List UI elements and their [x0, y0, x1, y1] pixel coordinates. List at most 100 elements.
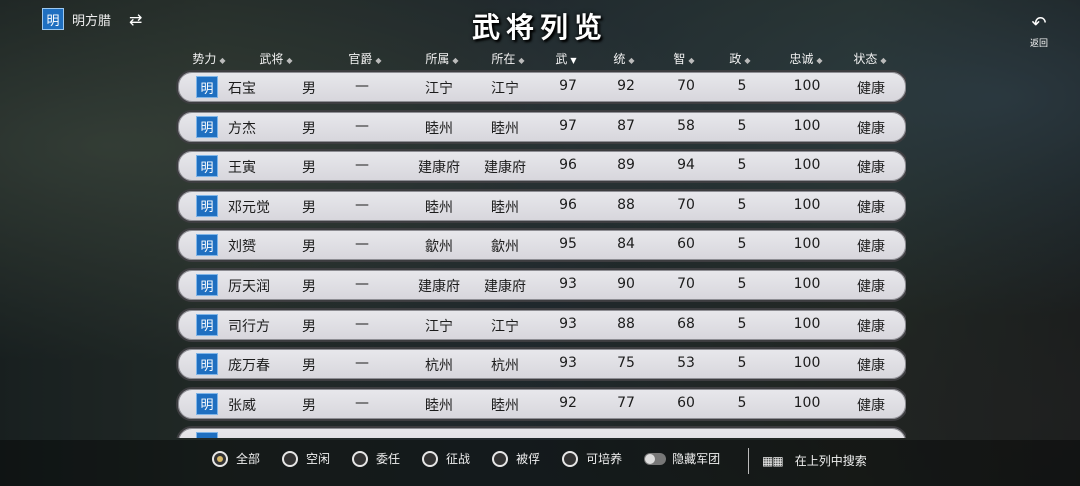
cell-location: 建康府 — [484, 160, 526, 177]
cell-int: 58 — [677, 117, 695, 134]
filter-label: 可培养 — [586, 452, 623, 466]
cell-gender: 男 — [302, 81, 316, 97]
cell-lead: 87 — [617, 117, 635, 134]
column-header-war[interactable]: 武 ▼ — [548, 50, 584, 67]
cell-title: — — [355, 196, 369, 213]
cell-name: 张威 — [228, 397, 256, 414]
cell-belong: 睦州 — [425, 199, 453, 216]
cell-lead: 90 — [617, 276, 635, 292]
cell-name: 方杰 — [228, 120, 256, 137]
column-header-label: 所属 — [425, 52, 450, 66]
general-list[interactable]: 明石宝男 — 江宁 江宁 97 92 70 5 100 健康明方杰男 — 睦州 睦州 97 87 58 5 100… — [176, 70, 906, 438]
table-row[interactable]: 明 — [176, 426, 906, 438]
sort-desc-icon: ▼ — [570, 56, 577, 65]
column-header-int[interactable]: 智 ◆ — [666, 50, 702, 67]
cell-loyal: 100 — [793, 78, 821, 94]
column-header-label: 统 — [613, 52, 626, 66]
cell-loyal: 100 — [793, 157, 821, 174]
cell-belong: 建康府 — [418, 279, 460, 295]
column-header-name[interactable]: 武将 ◆ — [250, 50, 302, 67]
faction-badge: 明 — [196, 353, 218, 376]
table-row[interactable]: 明厉天润 男 — 建康府 建康府 93 90 70 5 100 健康 — [176, 268, 906, 302]
cell-lead: 92 — [617, 78, 635, 94]
cell-pol: 5 — [737, 236, 747, 253]
cell-lead: 88 — [617, 315, 635, 332]
cell-int: 68 — [677, 315, 695, 332]
column-header-loyal[interactable]: 忠诚 ◆ — [782, 50, 830, 67]
faction-badge: 明 — [196, 194, 218, 217]
cell-status: 健康 — [857, 120, 885, 137]
cell-name: 石宝 — [228, 81, 256, 97]
sort-icon: ◆ — [518, 56, 525, 65]
column-header-label: 官爵 — [348, 52, 373, 66]
page-title: 武将列览 — [471, 11, 608, 44]
cell-name: 司行方 — [228, 318, 270, 335]
cell-lead: 84 — [617, 236, 635, 253]
table-row[interactable]: 明庞万春 男 — 杭州 杭州 93 75 53 5 100 健康 — [176, 347, 906, 382]
search-button[interactable]: ▦▦ 在上列中搜索 — [762, 452, 867, 469]
cell-int: 94 — [677, 157, 695, 174]
cell-title: — — [355, 236, 369, 253]
column-header-belong[interactable]: 所属 ◆ — [414, 50, 470, 67]
filter-label: 全部 — [236, 452, 261, 466]
cell-belong: 歙州 — [425, 239, 453, 256]
cell-location: 睦州 — [491, 120, 519, 137]
toggle-switch-icon — [644, 452, 667, 465]
cell-title: — — [355, 157, 369, 174]
cell-location: 建康府 — [484, 279, 526, 295]
cell-belong: 建康府 — [418, 160, 460, 177]
table-row[interactable]: 明王寅 男 — 建康府 建康府 96 89 94 5 100 健康 — [176, 149, 906, 184]
back-label: 返回 — [1029, 39, 1048, 49]
cell-lead: 75 — [617, 355, 635, 372]
cell-pol: 5 — [737, 394, 747, 411]
filter-option-3[interactable]: 征战 — [422, 450, 470, 467]
cell-int: 70 — [677, 78, 695, 94]
column-header-location[interactable]: 所在 ◆ — [480, 50, 536, 67]
filter-option-0[interactable]: 全部 — [212, 450, 260, 467]
cell-gender: 男 — [302, 279, 316, 295]
cell-pol: 5 — [737, 276, 747, 292]
table-row[interactable]: 明司行方 男 — 江宁 江宁 93 88 68 5 100 健康 — [176, 307, 906, 342]
cell-status: 健康 — [857, 199, 885, 216]
cell-belong: 睦州 — [425, 397, 453, 414]
sort-icon: ◆ — [688, 56, 695, 65]
column-header-pol[interactable]: 政 ◆ — [722, 50, 758, 67]
cell-status: 健康 — [857, 397, 885, 414]
footer-divider — [748, 448, 749, 474]
cell-loyal: 100 — [793, 276, 821, 292]
cell-gender: 男 — [302, 318, 316, 335]
column-header-label: 势力 — [192, 52, 217, 66]
radio-icon — [212, 450, 228, 467]
column-header-faction[interactable]: 势力 ◆ — [184, 50, 234, 67]
hide-army-toggle[interactable]: 隐藏军团 — [644, 450, 720, 467]
cell-location: 江宁 — [491, 318, 519, 335]
filter-option-4[interactable]: 被俘 — [492, 450, 540, 467]
column-header-label: 武将 — [259, 52, 284, 66]
filter-option-2[interactable]: 委任 — [352, 450, 400, 467]
table-row[interactable]: 明张威 男 — 睦州 睦州 92 77 60 5 100 健康 — [176, 386, 906, 421]
table-row[interactable]: 明刘赟 男 — 歙州 歙州 95 84 60 5 100 健康 — [176, 228, 906, 263]
column-header-title[interactable]: 官爵 ◆ — [340, 50, 390, 67]
sort-icon: ◆ — [628, 56, 635, 65]
filter-option-1[interactable]: 空闲 — [282, 450, 330, 467]
faction-badge: 明 — [196, 234, 218, 257]
sort-icon: ◆ — [375, 56, 382, 65]
column-header-label: 武 — [555, 52, 568, 66]
table-row[interactable]: 明石宝 男 — 江宁 江宁 97 92 70 5 100 健康 — [176, 70, 906, 104]
table-row[interactable]: 明邓元觉 男 — 睦州 睦州 96 88 70 5 100 健康 — [176, 188, 906, 223]
column-header-status[interactable]: 状态 ◆ — [846, 50, 894, 67]
table-row[interactable]: 明方杰 男 — 睦州 睦州 97 87 58 5 100 健康 — [176, 109, 906, 144]
cell-title: — — [355, 117, 369, 134]
radio-icon — [562, 450, 579, 467]
radio-icon — [352, 450, 369, 467]
cell-name: 邓元觉 — [228, 199, 270, 216]
cell-location: 杭州 — [491, 358, 519, 375]
cell-name: 刘赟 — [228, 239, 256, 256]
cell-int: 60 — [677, 394, 695, 411]
cell-location: 江宁 — [491, 81, 519, 97]
cell-pol: 5 — [737, 355, 747, 372]
back-button[interactable]: ↶ 返回 — [1020, 14, 1058, 54]
filter-option-5[interactable]: 可培养 — [562, 450, 622, 467]
filter-label: 委任 — [376, 452, 401, 466]
column-header-lead[interactable]: 统 ◆ — [606, 50, 642, 67]
